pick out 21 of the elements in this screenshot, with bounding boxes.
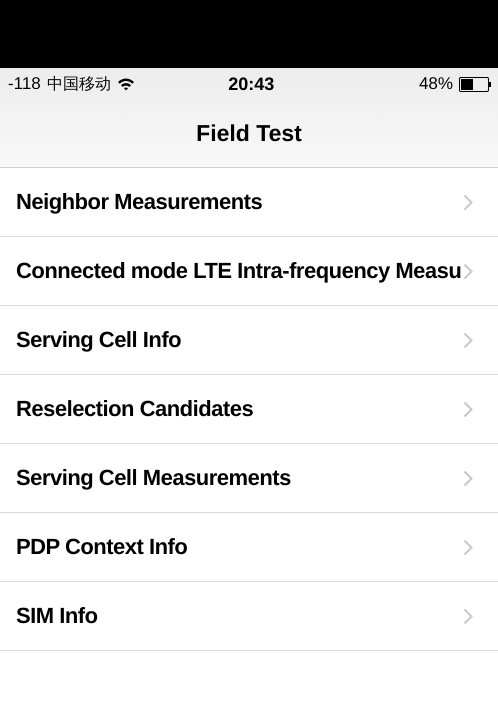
signal-strength: -118 xyxy=(8,74,41,94)
row-label: PDP Context Info xyxy=(16,534,188,560)
chevron-icon xyxy=(463,608,473,625)
row-label: SIM Info xyxy=(16,603,98,629)
chevron-icon xyxy=(463,263,473,280)
row-label: Serving Cell Info xyxy=(16,327,182,353)
screen-title: Field Test xyxy=(196,120,302,147)
row-label: Reselection Candidates xyxy=(16,396,254,422)
row-label: Neighbor Measurements xyxy=(16,189,262,215)
carrier-name: 中国移动 xyxy=(46,74,111,94)
battery-percent: 48% xyxy=(418,74,453,94)
chevron-icon xyxy=(463,332,473,349)
row-label: Serving Cell Measurements xyxy=(16,465,291,491)
row-label: Connected mode LTE Intra-frequency Measu xyxy=(16,258,462,284)
battery-icon xyxy=(459,76,491,92)
wifi-icon xyxy=(116,77,135,91)
chevron-icon xyxy=(463,194,473,211)
chevron-icon xyxy=(463,539,473,556)
chevron-icon xyxy=(463,401,473,418)
clock-time: 20:43 xyxy=(228,74,274,94)
chevron-icon xyxy=(463,470,473,487)
